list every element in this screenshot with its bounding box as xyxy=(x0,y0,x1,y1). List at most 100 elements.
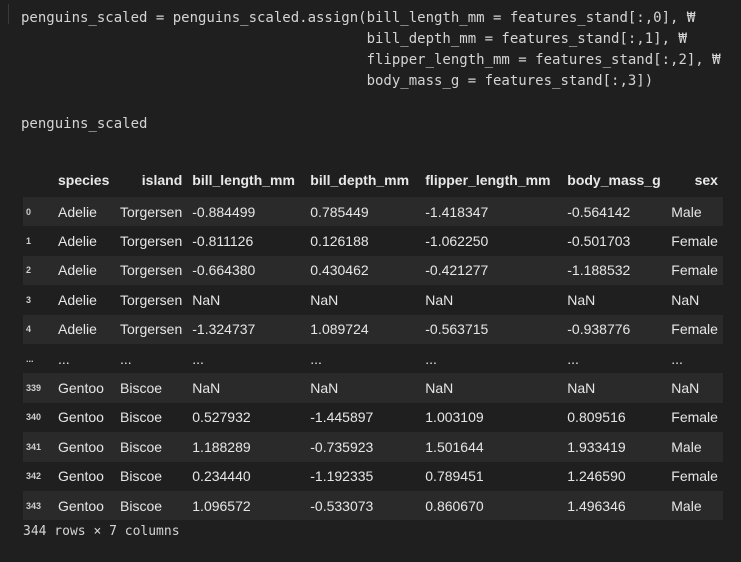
bill-depth-cell: 0.785449 xyxy=(305,197,421,227)
flipper-length-cell: NaN xyxy=(420,373,563,403)
island-cell: Biscoe xyxy=(115,373,188,403)
bill-length-cell: 0.527932 xyxy=(187,402,306,433)
flipper-length-cell: 0.860670 xyxy=(420,490,563,521)
code-line-2[interactable]: bill_depth_mm = features_stand[:,1], ₩ xyxy=(21,29,687,49)
table-row: 343 Gentoo Biscoe 1.096572 -0.533073 0.860670… xyxy=(23,490,723,521)
bill-depth-cell: -1.192335 xyxy=(305,461,421,491)
island-cell: Biscoe xyxy=(115,432,188,462)
code-line-4[interactable]: body_mass_g = features_stand[:,3]) xyxy=(21,71,654,91)
bill-length-cell: -1.324737 xyxy=(187,314,306,344)
body-mass-cell: -0.501703 xyxy=(562,226,667,256)
species-cell: Gentoo xyxy=(53,402,115,433)
species-cell: Gentoo xyxy=(53,373,115,403)
species-cell: Adelie xyxy=(53,285,115,315)
species-cell: Adelie xyxy=(53,314,115,344)
cell-gutter xyxy=(8,4,9,24)
sex-cell: NaN xyxy=(666,285,723,315)
species-cell: Adelie xyxy=(53,197,115,227)
bill-depth-cell: NaN xyxy=(305,373,421,403)
island-cell: Biscoe xyxy=(115,402,188,433)
island-cell: Biscoe xyxy=(115,461,188,491)
bill-length-cell: 1.188289 xyxy=(187,432,306,462)
flipper-length-cell: 1.501644 xyxy=(420,432,563,462)
notebook-page: penguins_scaled = penguins_scaled.assign… xyxy=(0,0,741,562)
sex-cell: Female xyxy=(666,402,723,433)
code-line-1[interactable]: penguins_scaled = penguins_scaled.assign… xyxy=(21,8,695,28)
code-cell[interactable]: penguins_scaled = penguins_scaled.assign… xyxy=(0,0,741,141)
island-cell: Torgersen xyxy=(115,197,188,227)
species-cell: Gentoo xyxy=(53,461,115,491)
sex-cell: Female xyxy=(666,461,723,491)
bill-depth-cell: -1.445897 xyxy=(305,402,421,433)
row-index: 2 xyxy=(23,255,53,286)
flipper-length-cell: -1.418347 xyxy=(420,197,563,227)
body-mass-cell: 0.809516 xyxy=(562,402,667,433)
sex-cell: Female xyxy=(666,226,723,256)
row-index: 339 xyxy=(23,373,53,403)
bill-length-cell: ... xyxy=(187,343,306,374)
bill-depth-cell: 1.089724 xyxy=(305,314,421,344)
column-header-bill-depth: bill_depth_mm xyxy=(305,163,421,197)
row-index: 341 xyxy=(23,432,53,462)
bill-length-cell: -0.884499 xyxy=(187,197,306,227)
row-index: 3 xyxy=(23,285,53,315)
bill-length-cell: NaN xyxy=(187,285,306,315)
table-row: 1 Adelie Torgersen -0.811126 0.126188 -1.0622… xyxy=(23,226,723,256)
body-mass-cell: NaN xyxy=(562,373,667,403)
body-mass-cell: 1.246590 xyxy=(562,461,667,491)
table-row: 2 Adelie Torgersen -0.664380 0.430462 -0.4212… xyxy=(23,255,723,286)
body-mass-cell: 1.933419 xyxy=(562,432,667,462)
bill-depth-cell: 0.126188 xyxy=(305,226,421,256)
header-row: species island bill_length_mm bill_depth… xyxy=(23,163,723,197)
body-mass-cell: -1.188532 xyxy=(562,255,667,286)
island-cell: Torgersen xyxy=(115,226,188,256)
column-header-island: island xyxy=(115,163,188,197)
table-row: 339 Gentoo Biscoe NaN NaN NaN NaN NaN xyxy=(23,373,723,403)
bill-depth-cell: 0.430462 xyxy=(305,255,421,286)
row-index: ... xyxy=(23,343,53,374)
sex-cell: Male xyxy=(666,490,723,521)
sex-cell: Male xyxy=(666,432,723,462)
island-cell: Biscoe xyxy=(115,490,188,521)
bill-length-cell: -0.664380 xyxy=(187,255,306,286)
code-line-6[interactable]: penguins_scaled xyxy=(21,114,147,134)
species-cell: ... xyxy=(53,343,115,374)
species-cell: Gentoo xyxy=(53,432,115,462)
column-header-body-mass: body_mass_g xyxy=(562,163,667,197)
flipper-length-cell: -1.062250 xyxy=(420,226,563,256)
table-row: 3 Adelie Torgersen NaN NaN NaN NaN NaN xyxy=(23,285,723,315)
body-mass-cell: NaN xyxy=(562,285,667,315)
column-header-sex: sex xyxy=(666,163,723,197)
cell-output: species island bill_length_mm bill_depth… xyxy=(0,146,741,562)
row-index: 342 xyxy=(23,461,53,491)
island-cell: ... xyxy=(115,343,188,374)
sex-cell: Female xyxy=(666,255,723,286)
flipper-length-cell: ... xyxy=(420,343,563,374)
flipper-length-cell: 0.789451 xyxy=(420,461,563,491)
bill-length-cell: NaN xyxy=(187,373,306,403)
table-body: 0 Adelie Torgersen -0.884499 0.785449 -1.4183… xyxy=(23,197,723,521)
column-header-index xyxy=(23,163,53,197)
column-header-flipper-length: flipper_length_mm xyxy=(420,163,563,197)
flipper-length-cell: NaN xyxy=(420,285,563,315)
flipper-length-cell: 1.003109 xyxy=(420,402,563,433)
bill-depth-cell: -0.735923 xyxy=(305,432,421,462)
species-cell: Adelie xyxy=(53,226,115,256)
flipper-length-cell: -0.421277 xyxy=(420,255,563,286)
table-row: ........................ xyxy=(23,343,723,374)
column-header-species: species xyxy=(53,163,115,197)
sex-cell: ... xyxy=(666,343,723,374)
sex-cell: NaN xyxy=(666,373,723,403)
sex-cell: Female xyxy=(666,314,723,344)
row-index: 0 xyxy=(23,197,53,227)
flipper-length-cell: -0.563715 xyxy=(420,314,563,344)
body-mass-cell: 1.496346 xyxy=(562,490,667,521)
island-cell: Torgersen xyxy=(115,255,188,286)
row-index: 343 xyxy=(23,490,53,521)
shape-summary: 344 rows × 7 columns xyxy=(23,524,180,539)
bill-depth-cell: ... xyxy=(305,343,421,374)
column-header-bill-length: bill_length_mm xyxy=(187,163,306,197)
bill-length-cell: 0.234440 xyxy=(187,461,306,491)
row-index: 340 xyxy=(23,402,53,433)
code-line-3[interactable]: flipper_length_mm = features_stand[:,2],… xyxy=(21,50,721,70)
